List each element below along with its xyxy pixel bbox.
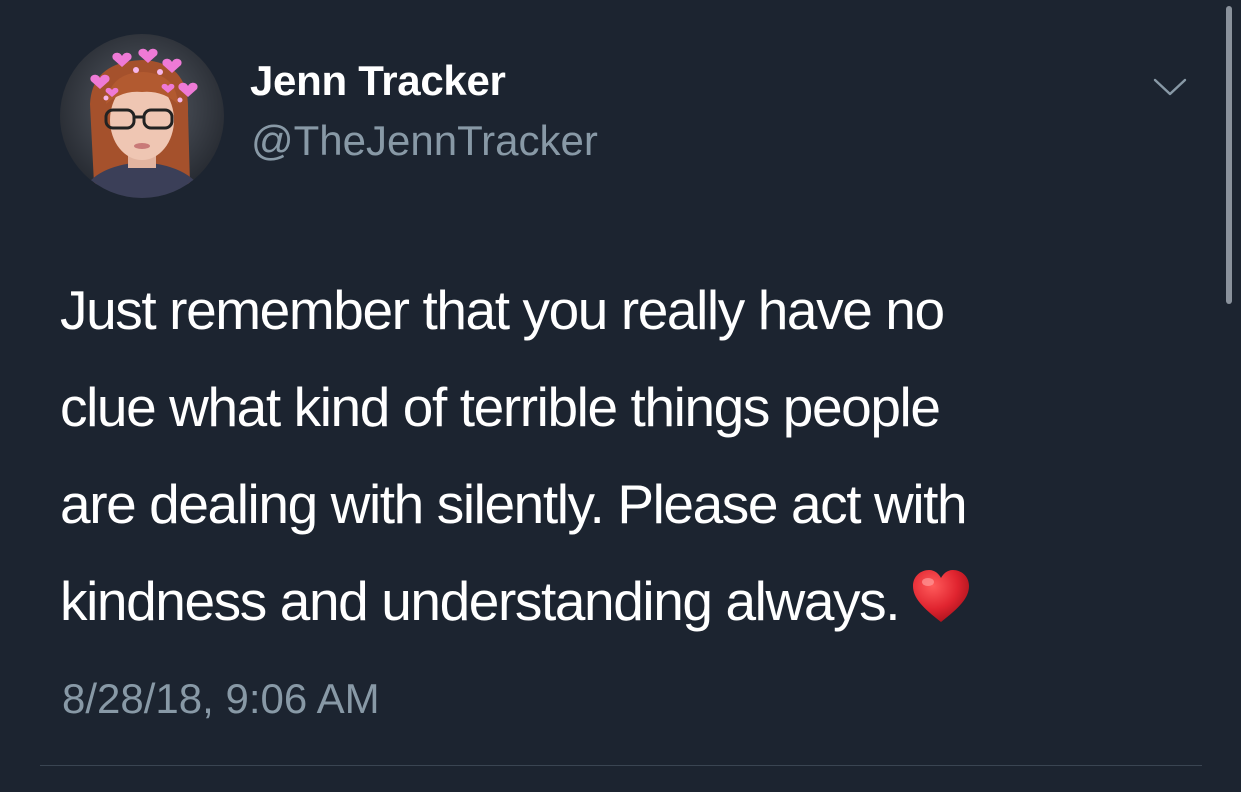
tweet-text-line: clue what kind of terrible things people <box>60 376 941 438</box>
chevron-down-icon[interactable] <box>1152 72 1188 102</box>
scrollbar[interactable] <box>1226 6 1232 304</box>
tweet-detail-screen: Jenn Tracker @TheJennTracker Just rememb… <box>0 0 1241 792</box>
avatar[interactable] <box>60 34 224 198</box>
tweet-text-line: Just remember that you really have no <box>60 279 945 341</box>
tweet-text: Just remember that you really have no clu… <box>60 262 1200 650</box>
author-display-name[interactable]: Jenn Tracker <box>250 56 506 106</box>
tweet-text-line: kindness and understanding always. <box>60 570 900 632</box>
author-handle[interactable]: @TheJennTracker <box>251 116 598 166</box>
divider <box>40 765 1202 766</box>
tweet-text-line: are dealing with silently. Please act wi… <box>60 473 968 535</box>
red-heart-icon <box>911 561 971 622</box>
avatar-image <box>60 34 224 198</box>
tweet-timestamp[interactable]: 8/28/18, 9:06 AM <box>62 674 380 724</box>
